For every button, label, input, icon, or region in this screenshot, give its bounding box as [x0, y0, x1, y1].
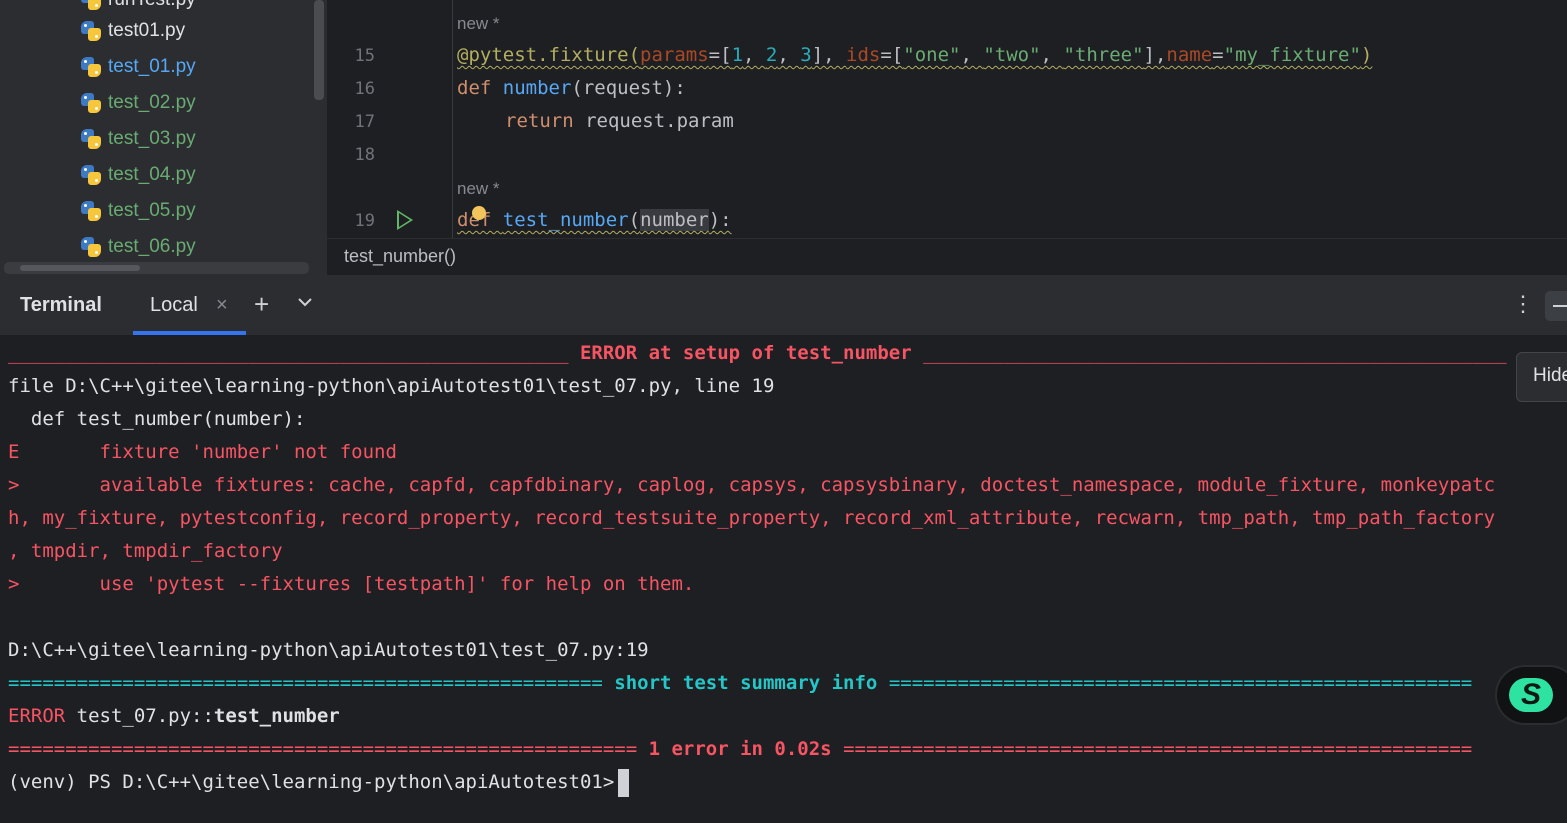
- terminal-line: ========================================…: [8, 672, 1473, 694]
- terminal-line: file D:\C++\gitee\learning-python\apiAut…: [8, 375, 775, 397]
- python-file-icon: [80, 236, 102, 258]
- new-tab-plus-icon[interactable]: +: [254, 289, 269, 320]
- terminal-line: E fixture 'number' not found: [8, 441, 397, 463]
- code-line-15[interactable]: @pytest.fixture(params=[1, 2, 3], ids=["…: [457, 44, 1372, 66]
- tab-label: Local: [150, 294, 198, 316]
- file-name: test_05.py: [108, 200, 196, 221]
- line-number: 17: [354, 112, 375, 132]
- tree-horizontal-scrollbar[interactable]: [4, 262, 309, 274]
- terminal-output[interactable]: ________________________________________…: [0, 335, 1567, 823]
- file-name: test_04.py: [108, 164, 196, 185]
- tree-file-test_01[interactable]: test_01.py: [80, 49, 196, 85]
- line-number: 18: [354, 145, 375, 165]
- run-test-icon[interactable]: [397, 210, 413, 230]
- terminal-line: ________________________________________…: [8, 342, 1507, 364]
- tree-file-test_06[interactable]: test_06.py: [80, 229, 196, 265]
- terminal-prompt[interactable]: (venv) PS D:\C++\gitee\learning-python\a…: [8, 766, 630, 799]
- terminal-line: h, my_fixture, pytestconfig, record_prop…: [8, 507, 1496, 529]
- inlay-hint-new: new *: [457, 14, 500, 33]
- code-line-16[interactable]: def number(request):: [457, 77, 686, 99]
- file-name: runTest.py: [108, 0, 196, 11]
- text-cursor: [618, 768, 630, 797]
- gutter-separator: [452, 0, 453, 238]
- tree-file-test_03[interactable]: test_03.py: [80, 121, 196, 157]
- file-name: test01.py: [108, 20, 186, 41]
- swift-plugin-icon[interactable]: S: [1497, 667, 1567, 723]
- terminal-line: ========================================…: [8, 738, 1473, 760]
- file-name: test_03.py: [108, 128, 196, 149]
- tooltip-hide: Hide: [1516, 352, 1567, 402]
- python-file-icon: [80, 164, 102, 186]
- terminal-line: > available fixtures: cache, capfd, capf…: [8, 474, 1496, 496]
- line-number: 19: [354, 211, 375, 231]
- line-number: 15: [354, 46, 375, 66]
- python-file-icon: [80, 0, 102, 11]
- tree-file-test_05[interactable]: test_05.py: [80, 193, 196, 229]
- line-number: 16: [354, 79, 375, 99]
- tree-file-test01[interactable]: test01.py: [80, 13, 185, 49]
- python-file-icon: [80, 56, 102, 78]
- terminal-line: ERROR test_07.py::test_number: [8, 705, 340, 727]
- tree-file-test_04[interactable]: test_04.py: [80, 157, 196, 193]
- tree-file-test_02[interactable]: test_02.py: [80, 85, 196, 121]
- python-file-icon: [80, 200, 102, 222]
- chevron-down-icon[interactable]: [296, 293, 314, 311]
- terminal-title: Terminal: [20, 294, 102, 316]
- python-file-icon: [80, 20, 102, 42]
- terminal-toolbar: Terminal Local × + ⋮: [0, 275, 1567, 335]
- file-name: test_01.py: [108, 56, 196, 77]
- terminal-line: def test_number(number):: [8, 408, 306, 430]
- minimize-icon[interactable]: [1545, 291, 1567, 321]
- file-name: test_06.py: [108, 236, 196, 257]
- more-options-icon[interactable]: ⋮: [1512, 291, 1534, 317]
- tree-vertical-scrollbar[interactable]: [314, 0, 324, 100]
- lightbulb-icon[interactable]: [472, 206, 486, 220]
- code-line-19[interactable]: def test_number(number):: [457, 209, 732, 231]
- code-editor[interactable]: new * 15 @pytest.fixture(params=[1, 2, 3…: [327, 0, 1567, 238]
- code-line-17[interactable]: return request.param: [505, 110, 734, 132]
- python-file-icon: [80, 92, 102, 114]
- scrollbar-thumb[interactable]: [20, 265, 140, 271]
- breadcrumb[interactable]: test_number(): [327, 238, 1567, 276]
- terminal-line: > use 'pytest --fixtures [testpath]' for…: [8, 573, 695, 595]
- breadcrumb-item[interactable]: test_number(): [344, 246, 456, 267]
- terminal-line: , tmpdir, tmpdir_factory: [8, 540, 283, 562]
- terminal-line: D:\C++\gitee\learning-python\apiAutotest…: [8, 639, 649, 661]
- tab-local[interactable]: Local ×: [133, 275, 246, 335]
- close-icon[interactable]: ×: [216, 294, 228, 317]
- inlay-hint-new: new *: [457, 179, 500, 198]
- file-name: test_02.py: [108, 92, 196, 113]
- python-file-icon: [80, 128, 102, 150]
- project-tree: runTest.py test01.py test_01.py test_02.…: [0, 0, 327, 275]
